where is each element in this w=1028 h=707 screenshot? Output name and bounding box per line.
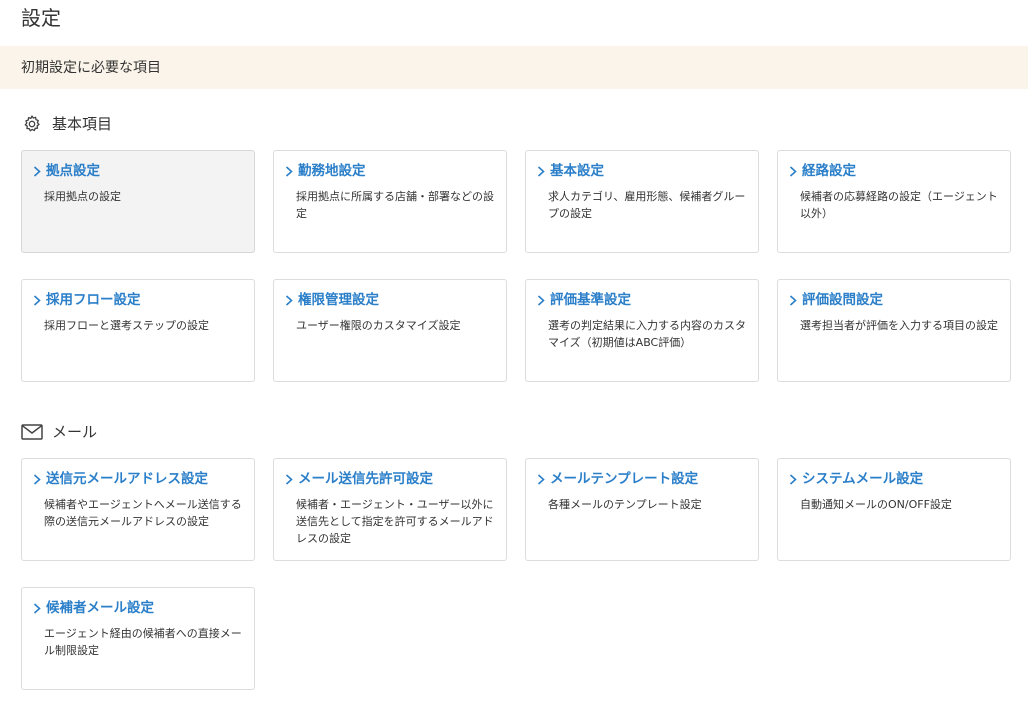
- settings-card-basic-0[interactable]: 拠点設定採用拠点の設定: [21, 150, 255, 253]
- card-title-text: 送信元メールアドレス設定: [46, 471, 208, 487]
- card-description: ユーザー権限のカスタマイズ設定: [296, 319, 461, 332]
- section-label-basic: 基本項目: [52, 115, 113, 133]
- banner-text: 初期設定に必要な項目: [21, 60, 161, 76]
- card-title-link[interactable]: システムメール設定: [789, 470, 923, 488]
- card-title-link[interactable]: 送信元メールアドレス設定: [33, 470, 208, 488]
- chevron-right-icon: [789, 294, 798, 306]
- card-description: 採用フローと選考ステップの設定: [44, 319, 209, 332]
- card-description: 自動通知メールのON/OFF設定: [800, 498, 952, 511]
- mail-icon: [21, 422, 43, 442]
- card-description: 各種メールのテンプレート設定: [548, 498, 702, 511]
- settings-card-mail-1[interactable]: メール送信先許可設定候補者・エージェント・ユーザー以外に送信先として指定を許可す…: [273, 458, 507, 561]
- card-title-text: 権限管理設定: [298, 292, 379, 308]
- page-title: 設定: [21, 6, 61, 30]
- chevron-right-icon: [537, 473, 546, 485]
- card-title-text: 経路設定: [802, 163, 856, 179]
- chevron-right-icon: [33, 165, 42, 177]
- card-description: 選考担当者が評価を入力する項目の設定: [800, 319, 998, 332]
- card-description: 候補者・エージェント・ユーザー以外に送信先として指定を許可するメールアドレスの設…: [296, 498, 494, 545]
- section-header-mail: メール: [21, 422, 97, 442]
- card-title-text: 基本設定: [550, 163, 604, 179]
- card-title-link[interactable]: 経路設定: [789, 162, 856, 180]
- chevron-right-icon: [285, 473, 294, 485]
- card-title-text: 評価基準設定: [550, 292, 631, 308]
- chevron-right-icon: [285, 294, 294, 306]
- settings-page: 設定 初期設定に必要な項目 基本項目 拠点設定 採用拠点の設定 勤務地設定 採用拠点に…: [0, 0, 1028, 707]
- chevron-right-icon: [789, 165, 798, 177]
- settings-card-basic-1[interactable]: 勤務地設定採用拠点に所属する店舗・部署などの設定: [273, 150, 507, 253]
- section-label-mail: メール: [52, 423, 98, 441]
- card-title-link[interactable]: 候補者メール設定: [33, 599, 154, 617]
- card-title-text: 評価設問設定: [802, 292, 883, 308]
- card-title-link[interactable]: 拠点設定: [33, 162, 100, 180]
- chevron-right-icon: [33, 473, 42, 485]
- card-title-link[interactable]: 評価設問設定: [789, 291, 883, 309]
- settings-card-basic-3[interactable]: 経路設定候補者の応募経路の設定（エージェント以外）: [777, 150, 1011, 253]
- settings-card-mail-4[interactable]: 候補者メール設定エージェント経由の候補者への直接メール制限設定: [21, 587, 255, 690]
- card-title-text: 拠点設定: [46, 163, 100, 179]
- card-description: 候補者やエージェントへメール送信する際の送信元メールアドレスの設定: [44, 498, 242, 528]
- card-title-link[interactable]: メールテンプレート設定: [537, 470, 698, 488]
- initial-setup-banner: 初期設定に必要な項目: [0, 46, 1028, 89]
- section-header-basic: 基本項目: [21, 114, 112, 134]
- gear-icon: [21, 114, 43, 134]
- card-description: 採用拠点に所属する店舗・部署などの設定: [296, 190, 494, 220]
- chevron-right-icon: [537, 294, 546, 306]
- card-title-text: 採用フロー設定: [46, 292, 141, 308]
- settings-card-mail-3[interactable]: システムメール設定自動通知メールのON/OFF設定: [777, 458, 1011, 561]
- card-description: エージェント経由の候補者への直接メール制限設定: [44, 627, 242, 657]
- card-title-link[interactable]: 採用フロー設定: [33, 291, 141, 309]
- card-title-text: メールテンプレート設定: [550, 471, 699, 487]
- card-title-text: システムメール設定: [802, 471, 924, 487]
- chevron-right-icon: [537, 165, 546, 177]
- card-description: 候補者の応募経路の設定（エージェント以外）: [800, 190, 998, 220]
- card-title-text: 候補者メール設定: [46, 600, 154, 616]
- card-title-link[interactable]: 基本設定: [537, 162, 604, 180]
- chevron-right-icon: [33, 602, 42, 614]
- card-title-text: メール送信先許可設定: [298, 471, 433, 487]
- card-title-link[interactable]: メール送信先許可設定: [285, 470, 433, 488]
- chevron-right-icon: [789, 473, 798, 485]
- card-title-link[interactable]: 勤務地設定: [285, 162, 366, 180]
- settings-card-basic-7[interactable]: 評価設問設定選考担当者が評価を入力する項目の設定: [777, 279, 1011, 382]
- settings-card-basic-4[interactable]: 採用フロー設定採用フローと選考ステップの設定: [21, 279, 255, 382]
- chevron-right-icon: [285, 165, 294, 177]
- card-title-link[interactable]: 評価基準設定: [537, 291, 631, 309]
- chevron-right-icon: [33, 294, 42, 306]
- settings-card-mail-2[interactable]: メールテンプレート設定 各種メールのテンプレート設定: [525, 458, 759, 561]
- settings-card-mail-0[interactable]: 送信元メールアドレス設定候補者やエージェントへメール送信する際の送信元メールアド…: [21, 458, 255, 561]
- settings-card-basic-5[interactable]: 権限管理設定ユーザー権限のカスタマイズ設定: [273, 279, 507, 382]
- card-description: 選考の判定結果に入力する内容のカスタマイズ（初期値はABC評価）: [548, 319, 746, 349]
- settings-card-basic-2[interactable]: 基本設定求人カテゴリ、雇用形態、候補者グループの設定: [525, 150, 759, 253]
- settings-card-basic-6[interactable]: 評価基準設定選考の判定結果に入力する内容のカスタマイズ（初期値はABC評価）: [525, 279, 759, 382]
- card-title-text: 勤務地設定: [298, 163, 366, 179]
- card-description: 採用拠点の設定: [44, 190, 121, 203]
- card-description: 求人カテゴリ、雇用形態、候補者グループの設定: [548, 190, 746, 220]
- card-title-link[interactable]: 権限管理設定: [285, 291, 379, 309]
